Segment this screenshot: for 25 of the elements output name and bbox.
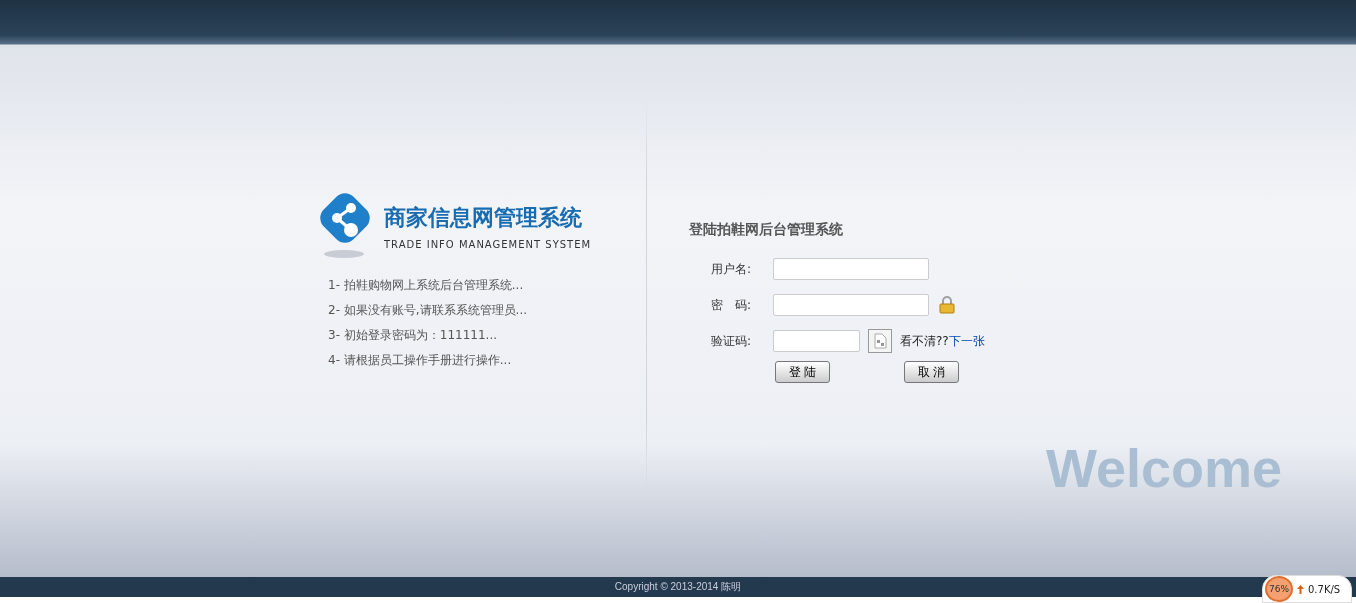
login-title: 登陆拍鞋网后台管理系统: [689, 221, 844, 239]
system-title: 商家信息网管理系统: [384, 204, 583, 232]
note-text: 4- 请根据员工操作手册进行操作...: [328, 352, 513, 369]
username-field[interactable]: [773, 258, 929, 280]
password-field[interactable]: [773, 294, 929, 316]
image-placeholder-icon[interactable]: [868, 329, 892, 353]
next-captcha-link[interactable]: 下一张: [948, 332, 985, 350]
lock-icon: [939, 296, 955, 314]
note-text: 3- 初始登录密码为：111111...: [328, 327, 499, 344]
speed-text: 0.7K/S: [1308, 583, 1341, 595]
system-subtitle: TRADE INFO MANAGEMENT SYSTEM: [384, 239, 592, 250]
cancel-button[interactable]: 取 消: [904, 361, 959, 383]
captcha-label: 验证码:: [709, 332, 752, 350]
username-label: 用户名:: [709, 260, 752, 278]
percent-badge: 76%: [1265, 576, 1293, 602]
captcha-hint: 看不清??: [900, 332, 949, 350]
welcome-text: Welcome: [1046, 437, 1283, 499]
captcha-field[interactable]: [773, 330, 860, 352]
copyright-text: Copyright © 2013-2014 陈明: [614, 580, 742, 594]
login-button[interactable]: 登 陆: [775, 361, 830, 383]
up-arrow-icon: [1297, 584, 1304, 594]
note-text: 2- 如果没有账号,请联系系统管理员...: [328, 302, 529, 319]
password-label: 密 码:: [709, 296, 752, 314]
speed-meter-widget[interactable]: 76% 0.7K/S: [1262, 575, 1352, 603]
note-text: 1- 拍鞋购物网上系统后台管理系统...: [328, 277, 525, 294]
